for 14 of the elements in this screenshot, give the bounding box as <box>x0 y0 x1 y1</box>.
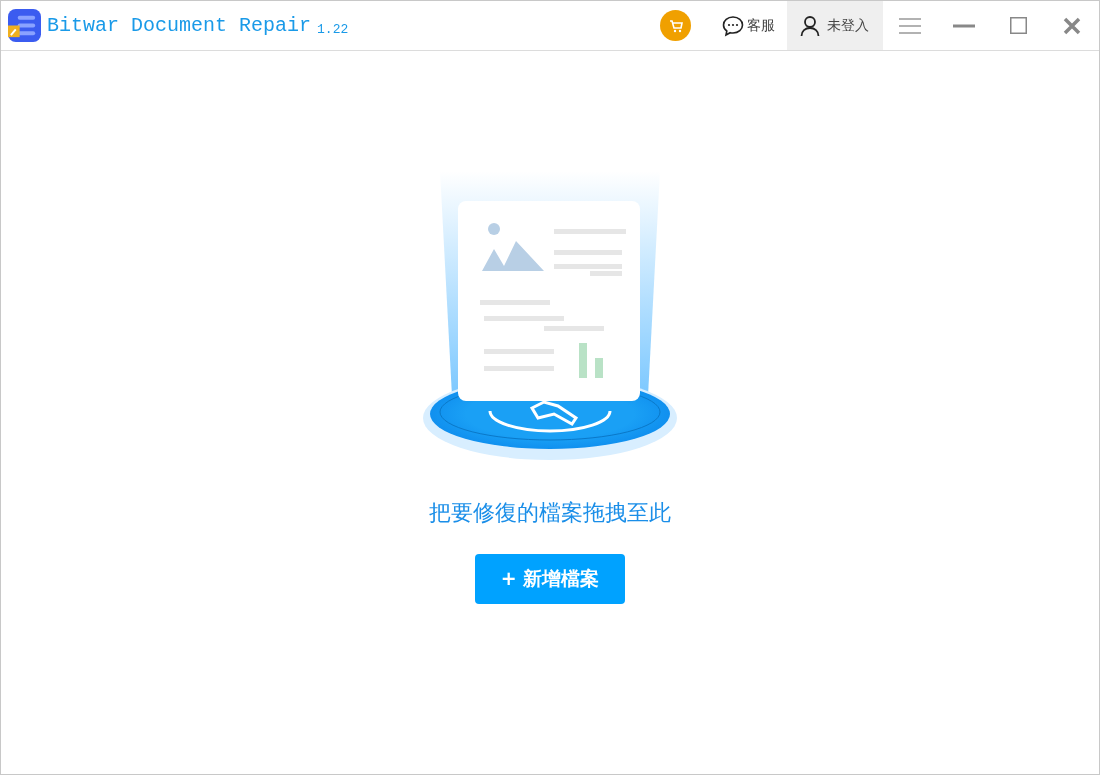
menu-icon <box>899 17 921 34</box>
minimize-icon <box>953 23 975 28</box>
drop-hint-text: 把要修復的檔案拖拽至此 <box>429 499 671 527</box>
app-logo-icon <box>8 9 41 42</box>
cart-button[interactable] <box>660 10 691 41</box>
version-label: 1.22 <box>317 22 349 37</box>
maximize-icon <box>1009 17 1027 34</box>
window-title: Bitwar Document Repair <box>47 14 312 37</box>
user-icon <box>799 14 821 37</box>
support-button[interactable]: 客服 <box>721 1 787 50</box>
chat-bubble-icon <box>721 13 745 38</box>
close-icon <box>1063 16 1081 35</box>
cart-icon <box>667 17 684 34</box>
account-button[interactable]: 未登入 <box>787 1 883 50</box>
